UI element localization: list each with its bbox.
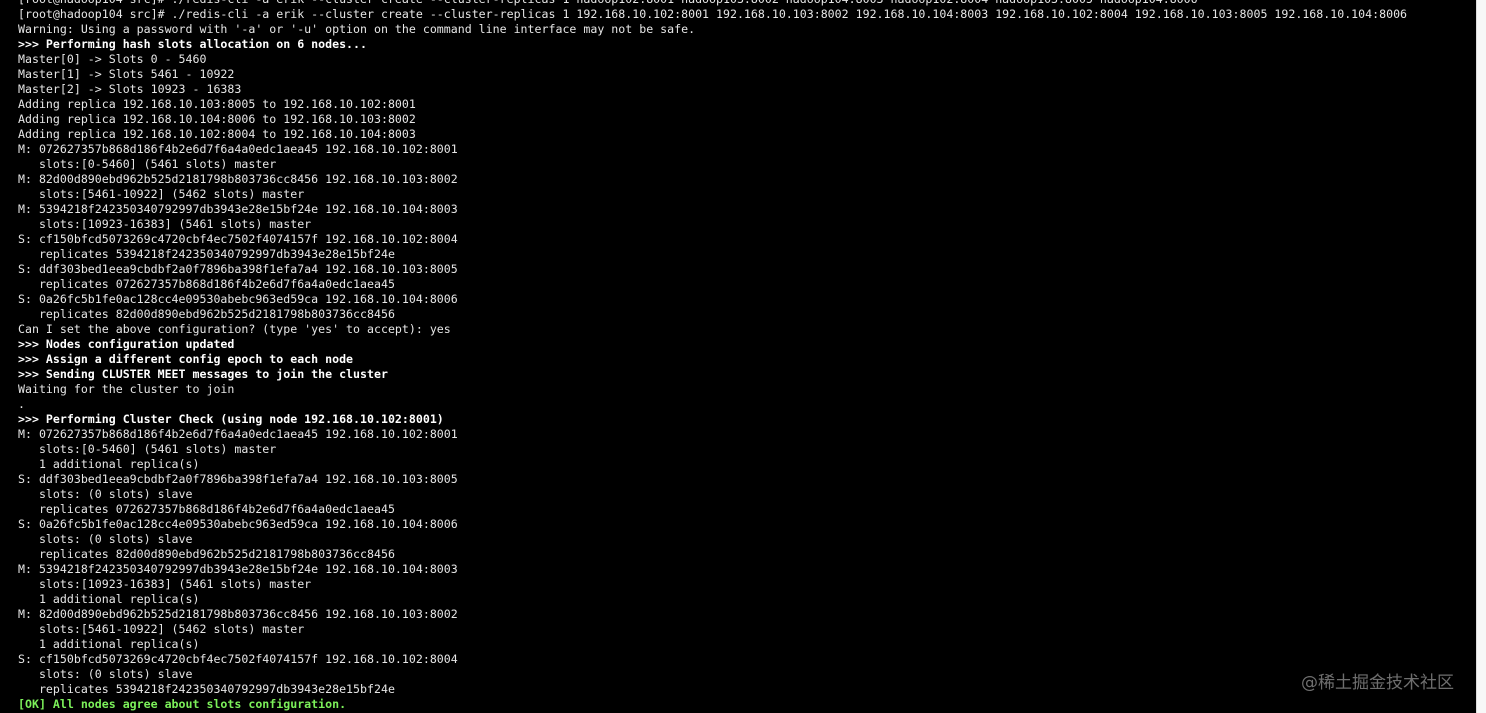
terminal-line: M: 072627357b868d186f4b2e6d7f6a4a0edc1ae… [18, 427, 458, 441]
terminal-line: replicates 072627357b868d186f4b2e6d7f6a4… [18, 502, 395, 516]
terminal-line: >>> Performing hash slots allocation on … [18, 37, 368, 51]
terminal-line: slots:[10923-16383] (5461 slots) master [18, 577, 312, 591]
window-edge [1476, 0, 1486, 713]
terminal-line: slots:[10923-16383] (5461 slots) master [18, 217, 312, 231]
terminal-line: M: 82d00d890ebd962b525d2181798b803736cc8… [18, 607, 458, 621]
terminal-line: replicates 072627357b868d186f4b2e6d7f6a4… [18, 277, 395, 291]
terminal-line: M: 5394218f242350340792997db3943e28e15bf… [18, 562, 458, 576]
terminal-line: Waiting for the cluster to join [18, 382, 235, 396]
terminal-line: Adding replica 192.168.10.104:8006 to 19… [18, 112, 416, 126]
terminal-ok-line: [OK] All nodes agree about slots configu… [18, 697, 347, 711]
terminal-line: M: 072627357b868d186f4b2e6d7f6a4a0edc1ae… [18, 142, 458, 156]
terminal-line: slots: (0 slots) slave [18, 532, 193, 546]
terminal-line: [root@hadoop104 src]# ./redis-cli -a eri… [18, 7, 1408, 21]
terminal-line: >>> Assign a different config epoch to e… [18, 352, 354, 366]
terminal-line: slots: (0 slots) slave [18, 487, 193, 501]
terminal-line: . [18, 397, 25, 411]
terminal-line: Adding replica 192.168.10.102:8004 to 19… [18, 127, 416, 141]
terminal-line: replicates 5394218f242350340792997db3943… [18, 247, 395, 261]
terminal-line: M: 5394218f242350340792997db3943e28e15bf… [18, 202, 458, 216]
terminal-line: Warning: Using a password with '-a' or '… [18, 22, 696, 36]
terminal-line: >>> Sending CLUSTER MEET messages to joi… [18, 367, 388, 381]
terminal-line: S: ddf303bed1eea9cbdbf2a0f7896ba398f1efa… [18, 472, 458, 486]
terminal-line: 1 additional replica(s) [18, 637, 200, 651]
terminal-line: Can I set the above configuration? (type… [18, 322, 451, 336]
terminal-line: >>> Performing Cluster Check (using node… [18, 412, 444, 426]
terminal-line: replicates 5394218f242350340792997db3943… [18, 682, 395, 696]
terminal-line: 1 additional replica(s) [18, 592, 200, 606]
terminal-output: [root@hadoop104 src]# ./redis-cli -a eri… [18, 0, 1407, 712]
terminal-line: slots:[0-5460] (5461 slots) master [18, 157, 277, 171]
terminal-window[interactable]: [root@hadoop104 src]# ./redis-cli -a eri… [0, 0, 1476, 713]
terminal-line: Adding replica 192.168.10.103:8005 to 19… [18, 97, 416, 111]
terminal-line: slots:[5461-10922] (5462 slots) master [18, 187, 305, 201]
terminal-line: Master[2] -> Slots 10923 - 16383 [18, 82, 242, 96]
terminal-line: S: 0a26fc5b1fe0ac128cc4e09530abebc963ed5… [18, 517, 458, 531]
terminal-line: S: cf150bfcd5073269c4720cbf4ec7502f40741… [18, 232, 458, 246]
terminal-line: S: cf150bfcd5073269c4720cbf4ec7502f40741… [18, 652, 458, 666]
terminal-line: Master[0] -> Slots 0 - 5460 [18, 52, 207, 66]
terminal-line: Master[1] -> Slots 5461 - 10922 [18, 67, 235, 81]
terminal-line: >>> Nodes configuration updated [18, 337, 235, 351]
terminal-line: [root@hadoop104 src]# ./redis-cli -a eri… [18, 0, 1407, 7]
terminal-line: replicates 82d00d890ebd962b525d2181798b8… [18, 307, 395, 321]
terminal-line: slots:[0-5460] (5461 slots) master [18, 442, 277, 456]
terminal-line: M: 82d00d890ebd962b525d2181798b803736cc8… [18, 172, 458, 186]
terminal-line: S: ddf303bed1eea9cbdbf2a0f7896ba398f1efa… [18, 262, 458, 276]
terminal-line: 1 additional replica(s) [18, 457, 200, 471]
terminal-line: replicates 82d00d890ebd962b525d2181798b8… [18, 547, 395, 561]
terminal-line: slots:[5461-10922] (5462 slots) master [18, 622, 305, 636]
site-watermark: @稀土掘金技术社区 [1301, 673, 1454, 693]
terminal-line: slots: (0 slots) slave [18, 667, 193, 681]
terminal-line: S: 0a26fc5b1fe0ac128cc4e09530abebc963ed5… [18, 292, 458, 306]
